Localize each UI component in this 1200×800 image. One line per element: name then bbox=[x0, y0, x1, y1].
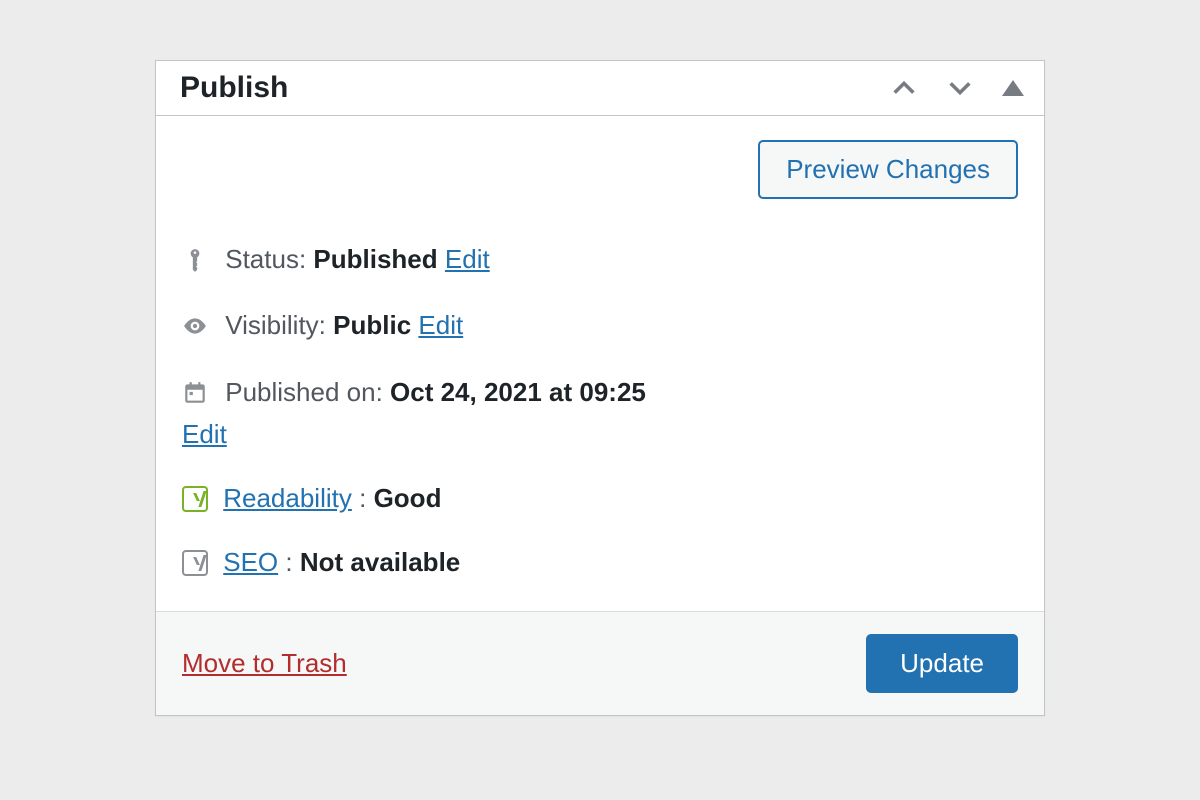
visibility-label: Visibility: bbox=[225, 310, 326, 340]
readability-sep: : bbox=[359, 483, 366, 513]
eye-icon bbox=[182, 307, 218, 347]
minor-publishing-actions: Preview Changes bbox=[182, 140, 1018, 199]
key-icon bbox=[182, 241, 218, 281]
visibility-row: Visibility: Public Edit bbox=[182, 293, 1018, 359]
publish-metabox-header: Publish bbox=[156, 61, 1044, 116]
status-row: Status: Published Edit bbox=[182, 227, 1018, 293]
move-to-trash-link[interactable]: Move to Trash bbox=[182, 648, 347, 679]
major-publishing-actions: Move to Trash Update bbox=[156, 611, 1044, 715]
toggle-panel-icon[interactable] bbox=[1002, 80, 1024, 96]
seo-value: Not available bbox=[300, 547, 460, 577]
metabox-handle-actions bbox=[890, 74, 1024, 102]
edit-status-link[interactable]: Edit bbox=[445, 244, 490, 274]
publish-metabox-title: Publish bbox=[180, 71, 288, 105]
preview-changes-button[interactable]: Preview Changes bbox=[758, 140, 1018, 199]
edit-date-link[interactable]: Edit bbox=[182, 419, 227, 449]
readability-link[interactable]: Readability bbox=[223, 483, 352, 513]
visibility-value: Public bbox=[333, 310, 411, 340]
yoast-readability-icon bbox=[182, 486, 208, 512]
seo-link[interactable]: SEO bbox=[223, 547, 278, 577]
move-up-icon[interactable] bbox=[890, 74, 918, 102]
published-on-value: Oct 24, 2021 at 09:25 bbox=[390, 377, 646, 407]
yoast-seo-icon bbox=[182, 550, 208, 576]
publish-metabox-body: Preview Changes Status: Published Edit V… bbox=[156, 116, 1044, 611]
seo-sep: : bbox=[285, 547, 292, 577]
seo-row: SEO : Not available bbox=[182, 530, 1018, 594]
move-down-icon[interactable] bbox=[946, 74, 974, 102]
readability-value: Good bbox=[374, 483, 442, 513]
calendar-icon bbox=[182, 374, 218, 414]
status-value: Published bbox=[313, 244, 437, 274]
readability-row: Readability : Good bbox=[182, 466, 1018, 530]
status-label: Status: bbox=[225, 244, 306, 274]
published-on-row: Published on: Oct 24, 2021 at 09:25 Edit bbox=[182, 360, 1018, 467]
update-button[interactable]: Update bbox=[866, 634, 1018, 693]
published-on-label: Published on: bbox=[225, 377, 383, 407]
publish-metabox: Publish Preview Changes Status: Publishe… bbox=[155, 60, 1045, 716]
edit-visibility-link[interactable]: Edit bbox=[418, 310, 463, 340]
